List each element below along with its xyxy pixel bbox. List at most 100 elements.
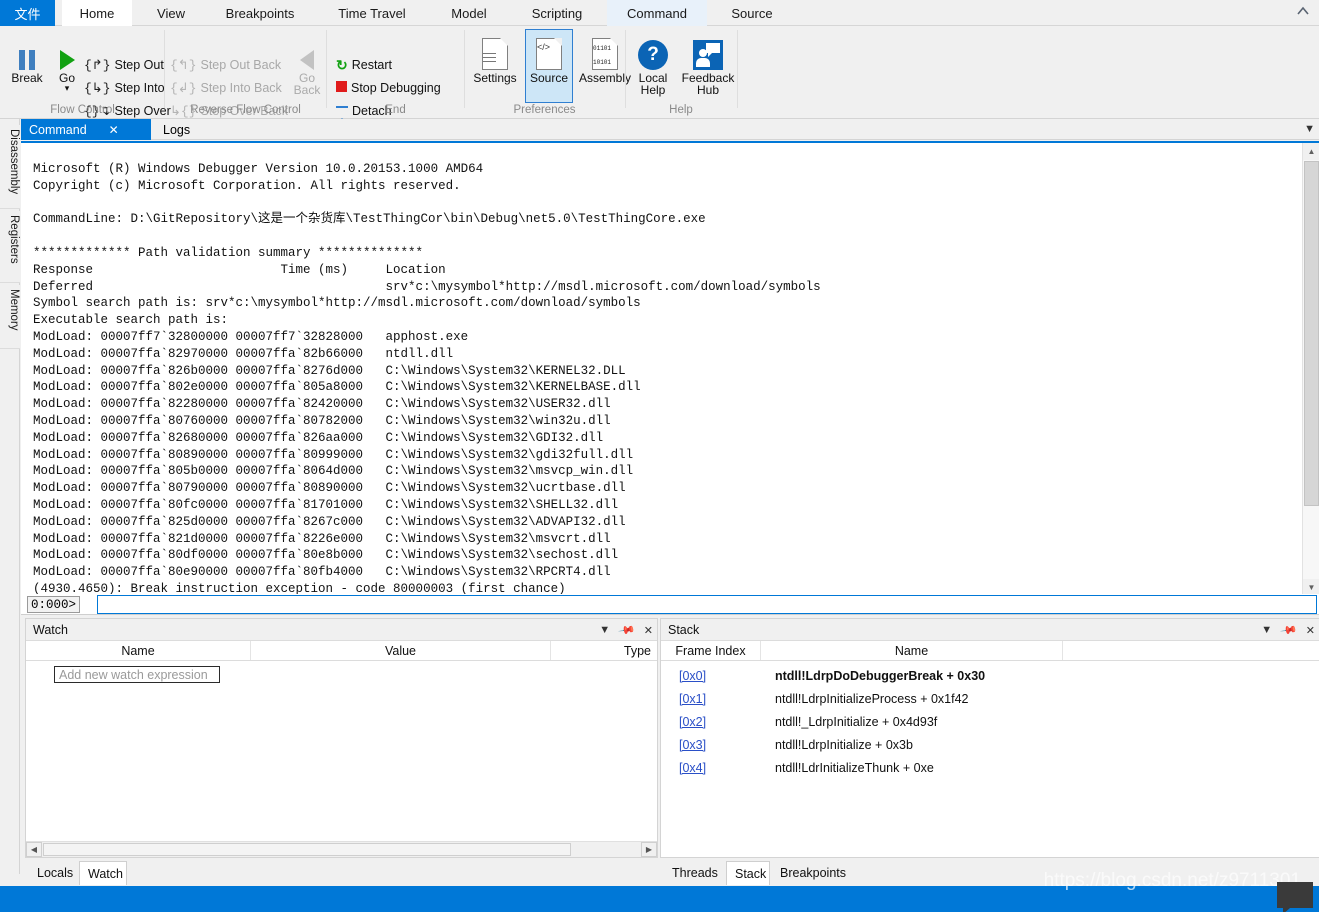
watermark-text: https://blog.csdn.net/z9711301: [1043, 870, 1301, 891]
tab-source[interactable]: Source: [715, 0, 789, 26]
ribbon-divider-2: [326, 30, 327, 108]
restart-icon: ↻: [336, 56, 348, 73]
watch-col-name[interactable]: Name: [26, 641, 251, 660]
caret-down-icon[interactable]: ▼: [1261, 624, 1272, 636]
group-label-end: End: [385, 104, 406, 116]
step-into-back-button[interactable]: {↲} Step Into Back: [170, 77, 282, 99]
table-row[interactable]: [0x4] ntdll!LdrInitializeThunk + 0xe: [661, 761, 1319, 785]
tab-view[interactable]: View: [140, 0, 202, 26]
ribbon-group-flow-control: Break Go ▾ {↱} Step Out {↳} Step Into {}…: [0, 26, 171, 119]
tab-time-travel[interactable]: Time Travel: [322, 0, 422, 26]
step-out-button[interactable]: {↱} Step Out: [84, 54, 164, 76]
caret-up-icon[interactable]: ▲: [1303, 143, 1319, 160]
ribbon-group-preferences: Settings </> Source 01101 10101 Assembly …: [466, 26, 631, 119]
stack-frame-index[interactable]: [0x3]: [679, 738, 706, 752]
group-label-flow-control: Flow Control: [50, 104, 115, 116]
question-circle-icon: ?: [638, 30, 668, 70]
watch-col-type[interactable]: Type: [551, 641, 657, 660]
sidebar-item-memory[interactable]: Memory: [0, 285, 20, 349]
table-row[interactable]: [0x1] ntdll!LdrpInitializeProcess + 0x1f…: [661, 692, 1319, 716]
tab-threads[interactable]: Threads: [664, 861, 724, 885]
command-output-pane: Microsoft (R) Windows Debugger Version 1…: [21, 141, 1319, 594]
ribbon-group-reverse-flow-control: {↰} Step Out Back {↲} Step Into Back ↳{}…: [166, 26, 325, 119]
watch-hscroll-thumb[interactable]: [43, 843, 571, 856]
feedback-hub-icon: [693, 30, 723, 70]
settings-button[interactable]: Settings: [466, 30, 524, 102]
go-back-icon: [300, 30, 314, 70]
left-tool-sidebar: Disassembly Registers Memory: [0, 119, 20, 874]
go-back-button[interactable]: Go Back: [284, 30, 330, 102]
restart-button[interactable]: ↻ Restart: [336, 54, 392, 76]
step-out-icon: {↱}: [84, 57, 111, 73]
caret-down-icon[interactable]: ▼: [599, 624, 610, 636]
group-label-help: Help: [669, 104, 693, 116]
tab-breakpoints[interactable]: Breakpoints: [772, 861, 854, 885]
command-input[interactable]: [97, 595, 1317, 614]
stack-pane-titlebar: Stack ▼ 📌 ✕: [661, 619, 1319, 641]
tab-breakpoints[interactable]: Breakpoints: [210, 0, 310, 26]
bottom-left-tabstrip: Locals Watch: [25, 861, 658, 885]
command-output-scrollbar[interactable]: ▲ ▼: [1302, 143, 1319, 594]
stack-col-name[interactable]: Name: [761, 641, 1063, 660]
table-row[interactable]: [0x0] ntdll!LdrpDoDebuggerBreak + 0x30: [661, 669, 1319, 693]
stack-frame-index[interactable]: [0x2]: [679, 715, 706, 729]
tab-file[interactable]: 文件: [0, 0, 55, 26]
add-watch-expression-input[interactable]: Add new watch expression: [54, 666, 220, 683]
watch-column-headers: Name Value Type: [26, 641, 657, 661]
close-icon[interactable]: ✕: [644, 624, 653, 637]
tab-watch[interactable]: Watch: [79, 861, 127, 885]
watch-horizontal-scrollbar[interactable]: ◀ ▶: [26, 841, 657, 857]
doctab-command[interactable]: Command ✕: [21, 119, 151, 140]
stack-column-headers: Frame Index Name: [661, 641, 1319, 661]
step-into-icon: {↳}: [84, 80, 111, 96]
chevron-up-icon[interactable]: [1295, 5, 1311, 21]
step-into-button[interactable]: {↳} Step Into: [84, 77, 165, 99]
sidebar-item-disassembly[interactable]: Disassembly: [0, 125, 20, 209]
doctab-logs[interactable]: Logs: [155, 119, 205, 140]
local-help-button[interactable]: ? Local Help: [627, 30, 679, 102]
ribbon-divider-5: [737, 30, 738, 108]
stack-col-frame-index[interactable]: Frame Index: [661, 641, 761, 660]
stack-frame-index[interactable]: [0x0]: [679, 669, 706, 683]
pin-icon[interactable]: 📌: [618, 621, 637, 640]
caret-down-icon[interactable]: ▼: [1303, 579, 1319, 594]
sidebar-item-registers[interactable]: Registers: [0, 211, 20, 283]
close-icon[interactable]: ✕: [1306, 624, 1315, 637]
table-row[interactable]: [0x3] ntdll!LdrpInitialize + 0x3b: [661, 738, 1319, 762]
stop-debugging-button[interactable]: Stop Debugging: [336, 77, 441, 99]
source-button[interactable]: </> Source: [525, 29, 573, 103]
watch-col-value[interactable]: Value: [251, 641, 551, 660]
scrollbar-thumb[interactable]: [1304, 161, 1319, 506]
caret-left-icon[interactable]: ◀: [26, 842, 42, 857]
tab-stack[interactable]: Stack: [726, 861, 770, 885]
stop-icon: [336, 81, 347, 95]
tab-scripting[interactable]: Scripting: [512, 0, 602, 26]
doctab-command-label: Command: [29, 122, 87, 137]
caret-right-icon[interactable]: ▶: [641, 842, 657, 857]
go-dropdown-caret-icon[interactable]: ▾: [65, 84, 70, 93]
table-row[interactable]: [0x2] ntdll!_LdrpInitialize + 0x4d93f: [661, 715, 1319, 739]
watch-pane: Watch ▼ 📌 ✕ Name Value Type Add new watc…: [25, 618, 658, 858]
stack-frame-index[interactable]: [0x1]: [679, 692, 706, 706]
ribbon-divider-4: [625, 30, 626, 108]
chevron-down-icon[interactable]: ▼: [1304, 123, 1315, 135]
group-label-preferences: Preferences: [513, 104, 576, 116]
stack-col-spacer: [1063, 641, 1319, 660]
stack-pane-title: Stack: [668, 622, 700, 637]
stack-frame-name: ntdll!LdrInitializeThunk + 0xe: [775, 761, 934, 775]
stack-frame-index[interactable]: [0x4]: [679, 761, 706, 775]
pin-icon[interactable]: 📌: [1280, 621, 1299, 640]
tab-locals[interactable]: Locals: [29, 861, 77, 885]
ribbon-group-help: ? Local Help Feedback Hub Help: [627, 26, 735, 119]
stack-pane: Stack ▼ 📌 ✕ Frame Index Name [0x0] ntdll…: [660, 618, 1319, 858]
step-out-back-button[interactable]: {↰} Step Out Back: [170, 54, 281, 76]
comment-badge-icon: [1277, 882, 1313, 912]
debugger-window: 文件 Home View Breakpoints Time Travel Mod…: [0, 0, 1319, 912]
feedback-hub-button[interactable]: Feedback Hub: [681, 30, 735, 102]
watch-pane-title: Watch: [33, 622, 68, 637]
tab-command[interactable]: Command: [607, 0, 707, 26]
tab-model[interactable]: Model: [434, 0, 504, 26]
close-icon[interactable]: ✕: [109, 123, 119, 137]
tab-home[interactable]: Home: [62, 0, 132, 26]
doctab-logs-label: Logs: [163, 122, 191, 137]
